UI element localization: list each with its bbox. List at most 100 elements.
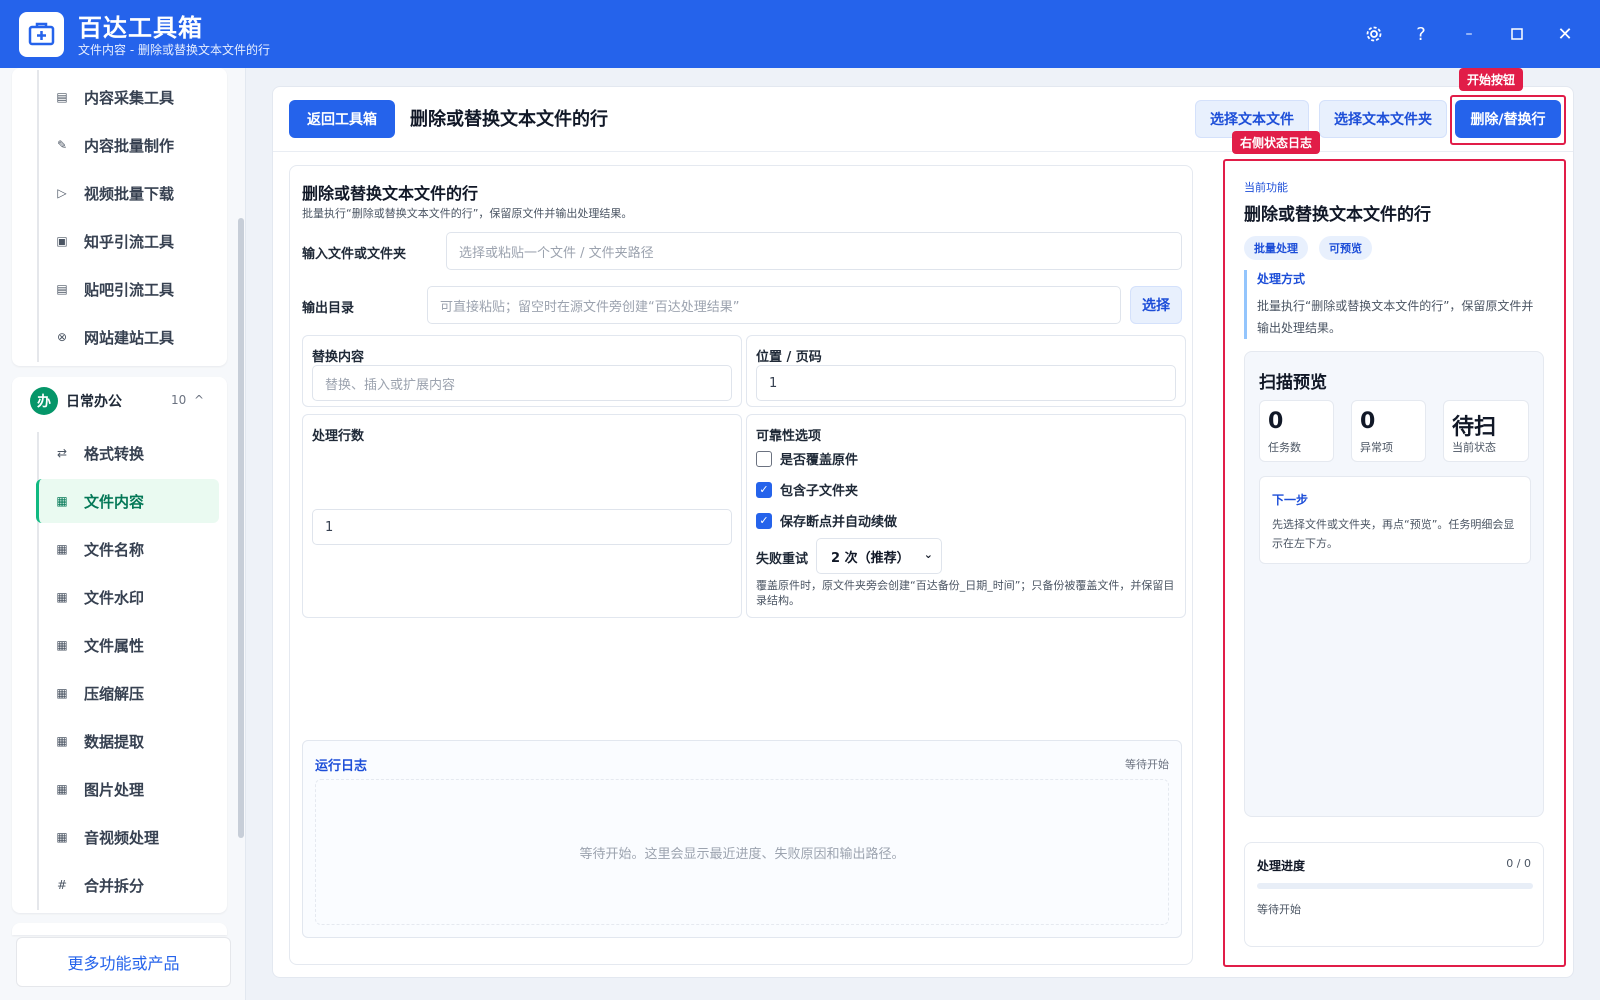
- help-icon[interactable]: ?: [1405, 18, 1437, 50]
- progress-count: 0 / 0: [1506, 857, 1531, 870]
- retry-select-value: 2 次（推荐）: [831, 550, 910, 566]
- checkbox-label: 是否覆盖原件: [780, 453, 859, 468]
- stat-value: 0: [1360, 409, 1376, 434]
- grid-icon: ▦: [56, 686, 68, 700]
- chevron-down-icon: ⌄: [923, 548, 933, 561]
- scan-title: 扫描预览: [1259, 373, 1327, 393]
- app-logo-icon: [19, 12, 64, 57]
- minimize-icon[interactable]: –: [1453, 18, 1485, 50]
- output-select-button[interactable]: 选择: [1130, 286, 1182, 324]
- resume-checkbox[interactable]: ✓ 保存断点并自动续做: [756, 511, 897, 530]
- sidebar-item-merge-split[interactable]: # 合并拆分: [24, 863, 219, 907]
- toolbar-divider: [273, 151, 1573, 152]
- output-label: 输出目录: [302, 301, 355, 316]
- start-button-tag: 开始按钮: [1459, 68, 1524, 91]
- progress-bar: [1257, 883, 1533, 889]
- back-button[interactable]: 返回工具箱: [289, 100, 395, 138]
- input-label: 输入文件或文件夹: [302, 247, 407, 262]
- gear-icon[interactable]: [1358, 18, 1390, 50]
- maximize-icon[interactable]: [1501, 18, 1533, 50]
- sidebar-item-compress[interactable]: ▦ 压缩解压: [24, 671, 219, 715]
- chip-preview: 可预览: [1319, 236, 1372, 260]
- sidebar-item-file-content[interactable]: ▦ 文件内容: [36, 479, 219, 523]
- checkbox-checked-icon: ✓: [756, 512, 772, 529]
- overwrite-hint: 覆盖原件时，原文件夹旁会创建“百达备份_日期_时间”；只备份被覆盖文件，并保留目…: [756, 579, 1175, 607]
- sidebar-item-zhihu[interactable]: ▣ 知乎引流工具: [24, 219, 219, 263]
- sidebar-item-label: 内容采集工具: [84, 88, 175, 107]
- sidebar-item-website[interactable]: ⊗ 网站建站工具: [24, 315, 219, 359]
- stat-label: 异常项: [1360, 441, 1393, 454]
- sidebar-item-label: 文件内容: [84, 492, 145, 511]
- log-title: 运行日志: [315, 759, 368, 774]
- form-card: 删除或替换文本文件的行 批量执行“删除或替换文本文件的行”，保留原文件并输出处理…: [289, 165, 1193, 965]
- lines-card: 处理行数 1: [302, 414, 742, 618]
- grid-icon: ▦: [56, 782, 68, 796]
- next-step: 下一步 先选择文件或文件夹，再点“预览”。任务明细会显示在左下方。: [1259, 476, 1531, 564]
- input-path-field[interactable]: 选择或粘贴一个文件 / 文件夹路径: [446, 232, 1182, 270]
- close-icon[interactable]: ✕: [1549, 18, 1581, 50]
- include-subfolders-checkbox[interactable]: ✓ 包含子文件夹: [756, 480, 858, 499]
- position-field[interactable]: 1: [756, 365, 1176, 401]
- group-badge: 办: [30, 387, 58, 415]
- stat-tasks: 0 任务数: [1259, 400, 1334, 462]
- sidebar-item-image[interactable]: ▦ 图片处理: [24, 767, 219, 811]
- sidebar-item-format-convert[interactable]: ⇄ 格式转换: [24, 431, 219, 475]
- progress-card: 处理进度 0 / 0 等待开始: [1244, 842, 1544, 947]
- sidebar-item-label: 文件水印: [84, 588, 145, 607]
- stat-value: 待扫: [1452, 415, 1497, 440]
- video-icon: ▷: [57, 186, 67, 200]
- grid-icon: ▦: [56, 830, 68, 844]
- lines-label: 处理行数: [312, 429, 365, 444]
- sidebar-item-file-name[interactable]: ▦ 文件名称: [24, 527, 219, 571]
- log-status: 等待开始: [1125, 758, 1169, 771]
- sidebar-item-content-batch[interactable]: ✎ 内容批量制作: [24, 123, 219, 167]
- output-dir-field[interactable]: 可直接粘贴；留空时在源文件旁创建“百达处理结果”: [427, 286, 1121, 324]
- position-label: 位置 / 页码: [756, 350, 822, 365]
- zhihu-icon: ▣: [56, 234, 68, 248]
- position-card: 位置 / 页码 1: [746, 335, 1186, 407]
- chevron-up-icon[interactable]: ^: [194, 393, 204, 407]
- page-title: 删除或替换文本文件的行: [410, 109, 608, 130]
- tieba-icon: ▤: [56, 282, 68, 296]
- sidebar-item-label: 内容批量制作: [84, 136, 175, 155]
- sidebar-item-label: 格式转换: [84, 444, 145, 463]
- checkbox-label: 保存断点并自动续做: [780, 515, 898, 530]
- sidebar-item-label: 文件名称: [84, 540, 145, 559]
- grid-icon: ▦: [56, 638, 68, 652]
- hash-icon: #: [56, 878, 68, 892]
- title-bar: 百达工具箱 文件内容 - 删除或替换文本文件的行 ? – ✕: [0, 0, 1600, 68]
- sidebar-item-video-download[interactable]: ▷ 视频批量下载: [24, 171, 219, 215]
- sidebar-item-data-extract[interactable]: ▦ 数据提取: [24, 719, 219, 763]
- sidebar-item-label: 贴吧引流工具: [84, 280, 175, 299]
- swap-icon: ⇄: [56, 446, 68, 460]
- sidebar-item-label: 知乎引流工具: [84, 232, 175, 251]
- grid-icon: ▦: [56, 734, 68, 748]
- next-step-title: 下一步: [1272, 493, 1309, 507]
- more-products-button[interactable]: 更多功能或产品: [16, 937, 231, 987]
- sidebar-item-tieba[interactable]: ▤ 贴吧引流工具: [24, 267, 219, 311]
- select-folder-button[interactable]: 选择文本文件夹: [1319, 100, 1447, 138]
- method-title: 处理方式: [1257, 272, 1306, 286]
- sidebar-item-av[interactable]: ▦ 音视频处理: [24, 815, 219, 859]
- stat-label: 任务数: [1268, 441, 1301, 454]
- app-title: 百达工具箱: [78, 14, 203, 42]
- sidebar-group-office[interactable]: 办 日常办公 10 ^: [30, 386, 220, 416]
- method-block: 处理方式 批量执行“删除或替换文本文件的行”，保留原文件并输出处理结果。: [1244, 270, 1544, 339]
- sidebar-item-label: 网站建站工具: [84, 328, 175, 347]
- lines-field[interactable]: 1: [312, 509, 732, 545]
- replace-card: 替换内容 替换、插入或扩展内容: [302, 335, 742, 407]
- sidebar-item-file-attributes[interactable]: ▦ 文件属性: [24, 623, 219, 667]
- grid-icon: ▦: [56, 590, 68, 604]
- doc-icon: ▤: [56, 90, 68, 104]
- checkbox-checked-icon: ✓: [756, 481, 772, 498]
- progress-title: 处理进度: [1257, 859, 1306, 873]
- retry-label: 失败重试: [756, 552, 809, 567]
- overwrite-checkbox[interactable]: 是否覆盖原件: [756, 449, 858, 468]
- start-button[interactable]: 删除/替换行: [1455, 100, 1561, 138]
- checkbox-label: 包含子文件夹: [780, 484, 859, 499]
- sidebar-item-content-collect[interactable]: ▤ 内容采集工具: [24, 75, 219, 119]
- replace-content-field[interactable]: 替换、插入或扩展内容: [312, 365, 732, 401]
- retry-select[interactable]: 2 次（推荐） ⌄: [816, 538, 942, 574]
- sidebar-scrollbar[interactable]: [238, 218, 244, 838]
- sidebar-item-file-watermark[interactable]: ▦ 文件水印: [24, 575, 219, 619]
